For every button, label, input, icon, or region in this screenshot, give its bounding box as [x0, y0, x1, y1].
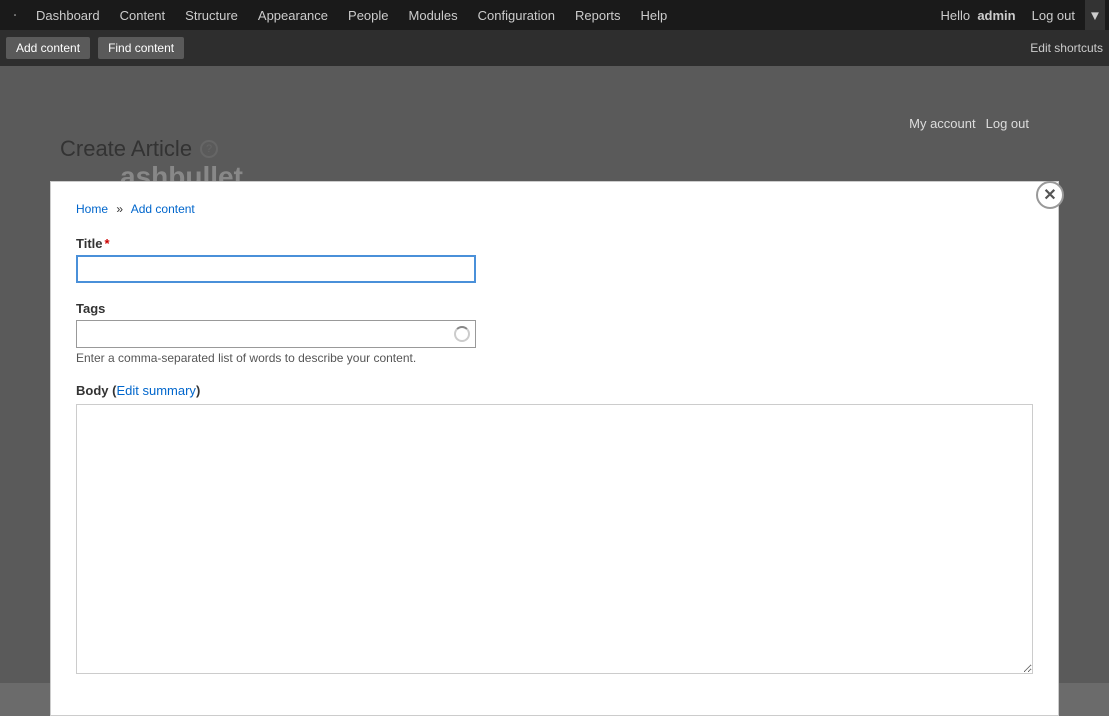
help-icon[interactable]: ? [200, 140, 218, 158]
title-label-text: Title [76, 236, 103, 251]
edit-summary-link[interactable]: Edit summary [116, 383, 195, 398]
tags-spinner-icon [454, 326, 470, 342]
nav-dropdown-arrow[interactable]: ▼ [1085, 0, 1105, 30]
breadcrumb-separator: » [116, 202, 123, 216]
breadcrumb-add-content[interactable]: Add content [131, 202, 195, 216]
page-header: Create Article ? [60, 136, 218, 162]
breadcrumb-home[interactable]: Home [76, 202, 108, 216]
nav-reports[interactable]: Reports [565, 0, 631, 30]
nav-dashboard[interactable]: Dashboard [26, 0, 110, 30]
nav-modules[interactable]: Modules [399, 0, 468, 30]
body-textarea[interactable] [76, 404, 1033, 674]
title-label: Title* [76, 236, 1033, 251]
top-navigation: Dashboard Content Structure Appearance P… [0, 0, 1109, 30]
background-area: My account Log out Create Article ? ashb… [0, 66, 1109, 683]
toolbar: Add content Find content Edit shortcuts [0, 30, 1109, 66]
page-title: Create Article [60, 136, 192, 162]
hello-text: Hello admin [934, 8, 1021, 23]
breadcrumb: Home » Add content [76, 202, 1033, 216]
tags-input[interactable] [76, 320, 476, 348]
find-content-button[interactable]: Find content [98, 37, 184, 59]
title-input[interactable] [76, 255, 476, 283]
add-content-button[interactable]: Add content [6, 37, 90, 59]
title-field-group: Title* [76, 236, 1033, 283]
nav-content[interactable]: Content [110, 0, 176, 30]
content-panel: Home » Add content Title* Tags Enter a c… [50, 181, 1059, 716]
nav-home[interactable] [4, 4, 26, 26]
nav-right-section: Hello admin Log out ▼ [934, 0, 1105, 30]
nav-logout-link[interactable]: Log out [1026, 8, 1081, 23]
account-logout-link[interactable]: Log out [986, 116, 1029, 131]
hello-prefix: Hello [940, 8, 970, 23]
title-required-marker: * [105, 236, 110, 251]
tags-hint: Enter a comma-separated list of words to… [76, 351, 1033, 365]
my-account-link[interactable]: My account [909, 116, 975, 131]
nav-appearance[interactable]: Appearance [248, 0, 338, 30]
close-button[interactable]: ✕ [1036, 181, 1064, 209]
body-paren-close: ) [196, 383, 200, 398]
edit-shortcuts-link[interactable]: Edit shortcuts [1030, 41, 1103, 55]
body-label-text: Body [76, 383, 109, 398]
nav-structure[interactable]: Structure [175, 0, 248, 30]
body-field-group: Body (Edit summary) [76, 383, 1033, 677]
nav-items: Dashboard Content Structure Appearance P… [4, 0, 934, 30]
tags-label: Tags [76, 301, 1033, 316]
nav-configuration[interactable]: Configuration [468, 0, 565, 30]
account-bar: My account Log out [909, 116, 1029, 131]
tags-field-group: Tags Enter a comma-separated list of wor… [76, 301, 1033, 365]
body-label: Body (Edit summary) [76, 383, 1033, 398]
admin-username-link[interactable]: admin [977, 8, 1015, 23]
nav-people[interactable]: People [338, 0, 398, 30]
tags-input-wrapper [76, 320, 476, 348]
nav-help[interactable]: Help [631, 0, 678, 30]
